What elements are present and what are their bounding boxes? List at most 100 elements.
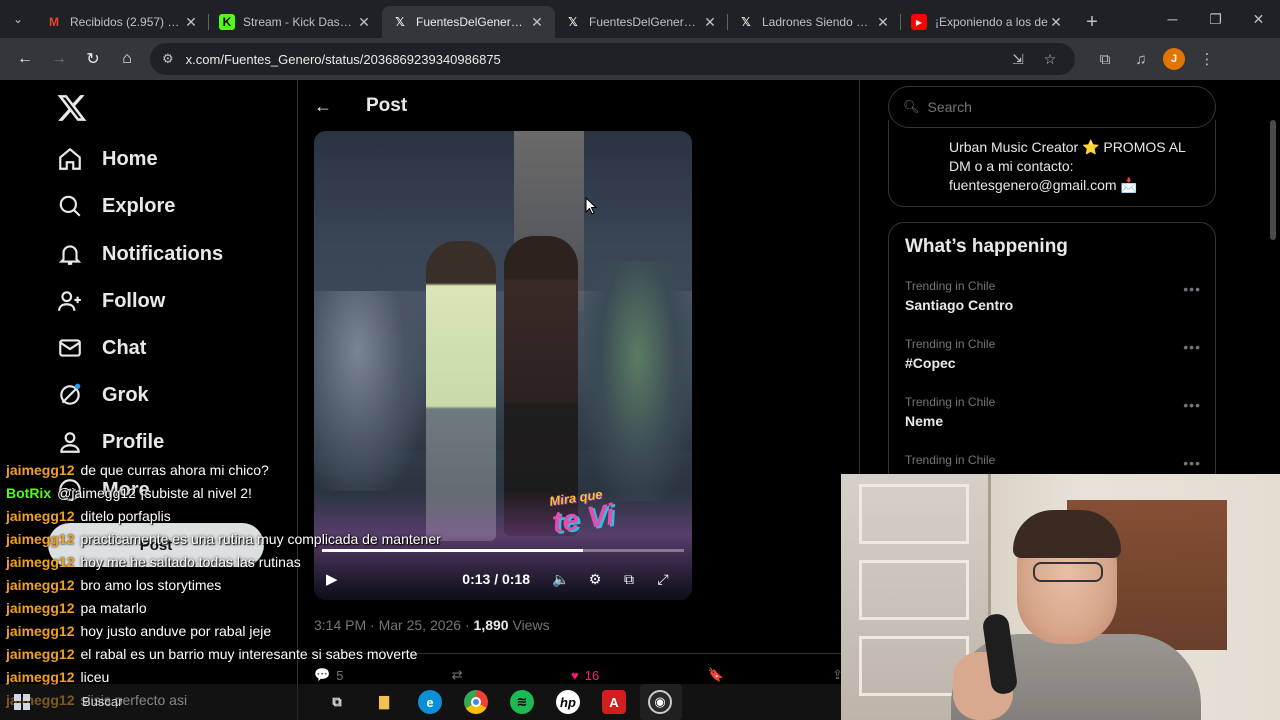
- chrome-icon[interactable]: [464, 690, 488, 714]
- chat-message: jaimegg12 bro amo los storytimes: [6, 577, 476, 600]
- chat-text: de que curras ahora mi chico?: [80, 462, 269, 478]
- window-controls: ─ ❐ ✕: [1151, 0, 1280, 38]
- home-icon: ⌂: [122, 50, 132, 67]
- close-icon[interactable]: ✕: [702, 14, 718, 31]
- hp-icon[interactable]: hp: [556, 690, 580, 714]
- trend-item[interactable]: Trending in Chile #Copec •••: [905, 337, 1201, 387]
- taskbar-search[interactable]: Buscar: [82, 694, 122, 709]
- reload-icon: ↻: [86, 51, 100, 68]
- trend-context: Trending in Chile: [905, 337, 996, 351]
- stream-chat-overlay: jaimegg12 de que curras ahora mi chico? Bo…: [6, 462, 476, 715]
- nav-item-explore[interactable]: Explore: [56, 186, 175, 226]
- volume-icon[interactable]: 🔈: [544, 571, 578, 588]
- install-app-icon[interactable]: ⇲: [1005, 51, 1031, 68]
- like-button[interactable]: ♥ 16: [571, 668, 599, 683]
- close-window-icon[interactable]: ✕: [1237, 0, 1280, 38]
- task-view-icon[interactable]: ⧉: [325, 690, 349, 714]
- menu-kebab-icon[interactable]: ⋮: [1193, 45, 1221, 73]
- chrome-center-icon: [471, 697, 481, 707]
- obs-icon[interactable]: ◉: [648, 690, 672, 714]
- chat-username: jaimegg12: [6, 577, 75, 593]
- url-text[interactable]: x.com/Fuentes_Genero/status/203686923934…: [186, 52, 1005, 67]
- views-count: 1,890: [473, 617, 509, 633]
- tab-title: Recibidos (2.957) - jo: [70, 15, 183, 29]
- kick-icon: K: [219, 14, 235, 30]
- chat-message: jaimegg12 de que curras ahora mi chico?: [6, 462, 476, 485]
- back-button[interactable]: ←: [8, 42, 42, 76]
- trend-context: Trending in Chile: [905, 453, 996, 467]
- search-input[interactable]: 🔍︎ Search: [888, 86, 1216, 128]
- trend-item[interactable]: Trending in Chile Santiago Centro •••: [905, 279, 1201, 329]
- close-icon[interactable]: ✕: [356, 14, 372, 31]
- bookmark-button[interactable]: 🔖: [708, 667, 724, 683]
- webcam-scene-door-pane: [859, 560, 969, 620]
- settings-gear-icon[interactable]: ⚙: [578, 571, 612, 588]
- edge-icon[interactable]: e: [418, 690, 442, 714]
- chat-username: jaimegg12: [6, 554, 75, 570]
- nav-item-home[interactable]: Home: [56, 139, 158, 179]
- nav-item-notifications[interactable]: Notifications: [56, 234, 223, 274]
- forward-button[interactable]: →: [42, 42, 76, 76]
- nav-item-profile[interactable]: Profile: [56, 422, 164, 462]
- chat-username: jaimegg12: [6, 462, 75, 478]
- x-icon: 𝕏: [741, 15, 751, 29]
- fullscreen-icon[interactable]: ⤢: [646, 571, 680, 588]
- new-tab-button[interactable]: +: [1074, 6, 1110, 38]
- spotify-icon[interactable]: ≋: [510, 690, 534, 714]
- browser-toolbar: ← → ↻ ⌂ ⚙ x.com/Fuentes_Genero/status/20…: [0, 38, 1280, 80]
- webcam-scene-door-pane: [859, 484, 969, 544]
- close-icon[interactable]: ✕: [183, 14, 199, 31]
- address-bar[interactable]: ⚙ x.com/Fuentes_Genero/status/2036869239…: [150, 43, 1075, 75]
- chat-username: jaimegg12: [6, 623, 75, 639]
- nav-label: Explore: [102, 194, 176, 217]
- tab-search-menu[interactable]: ⌄: [0, 0, 36, 38]
- browser-tab[interactable]: 𝕏 Ladrones Siendo Don ✕: [728, 6, 901, 38]
- chat-username: jaimegg12: [6, 531, 75, 547]
- close-icon[interactable]: ✕: [875, 14, 891, 31]
- close-icon[interactable]: ✕: [1048, 14, 1064, 31]
- tab-title: Stream - Kick Dashbo: [243, 15, 356, 29]
- adobe-icon[interactable]: A: [602, 690, 626, 714]
- reload-button[interactable]: ↻: [76, 42, 110, 76]
- arrow-right-icon: →: [51, 50, 67, 67]
- profile-avatar[interactable]: J: [1163, 48, 1185, 70]
- browser-tab-bar: ⌄ M Recibidos (2.957) - jo ✕ K Stream - …: [0, 0, 1280, 38]
- pip-icon[interactable]: ⧉: [612, 571, 646, 588]
- mail-icon: [56, 334, 84, 362]
- windows-start-icon[interactable]: [14, 694, 30, 710]
- scrollbar-thumb[interactable]: [1270, 120, 1276, 240]
- star-icon[interactable]: ☆: [1037, 51, 1063, 68]
- x-icon: 𝕏: [395, 15, 405, 29]
- back-arrow-icon[interactable]: ←: [314, 96, 334, 117]
- close-icon[interactable]: ✕: [529, 14, 545, 31]
- profile-bio: Urban Music Creator ⭐ PROMOS AL DM o a m…: [949, 139, 1186, 193]
- restore-icon[interactable]: ❐: [1194, 0, 1237, 38]
- more-options-icon[interactable]: •••: [1183, 455, 1201, 471]
- nav-item-follow[interactable]: Follow: [56, 281, 165, 321]
- home-button[interactable]: ⌂: [110, 42, 144, 76]
- follow-icon: [56, 287, 84, 315]
- browser-tab[interactable]: ▶ ¡Exponiendo a los de ✕: [901, 6, 1074, 38]
- media-controls-icon[interactable]: ♫: [1127, 45, 1155, 73]
- grok-icon: [56, 381, 84, 409]
- extensions-icon[interactable]: ⧉: [1091, 45, 1119, 73]
- chat-text: el rabal es un barrio muy interesante si…: [80, 646, 418, 662]
- chat-text: hoy me he saltado todas las rutinas: [80, 554, 301, 570]
- chat-text: @jaimegg12 ¡subiste al nivel 2!: [57, 485, 252, 501]
- browser-tab[interactable]: M Recibidos (2.957) - jo ✕: [36, 6, 209, 38]
- nav-item-grok[interactable]: Grok: [56, 375, 149, 415]
- x-logo-icon[interactable]: [56, 92, 88, 124]
- more-options-icon[interactable]: •••: [1183, 339, 1201, 355]
- windows-taskbar: Buscar ⧉ ▇ e ≋ hp A ◉: [0, 684, 841, 720]
- file-explorer-icon[interactable]: ▇: [372, 690, 396, 714]
- more-options-icon[interactable]: •••: [1183, 397, 1201, 413]
- browser-tab[interactable]: 𝕏 FuentesDelGenero on ✕: [555, 6, 728, 38]
- browser-tab[interactable]: K Stream - Kick Dashbo ✕: [209, 6, 382, 38]
- more-options-icon[interactable]: •••: [1183, 281, 1201, 297]
- trend-item[interactable]: Trending in Chile Neme •••: [905, 395, 1201, 445]
- minimize-icon[interactable]: ─: [1151, 0, 1194, 38]
- site-info-icon[interactable]: ⚙: [162, 51, 174, 67]
- nav-label: Grok: [102, 383, 149, 406]
- browser-tab-active[interactable]: 𝕏 FuentesDelGenero on ✕: [382, 6, 555, 38]
- nav-item-chat[interactable]: Chat: [56, 328, 146, 368]
